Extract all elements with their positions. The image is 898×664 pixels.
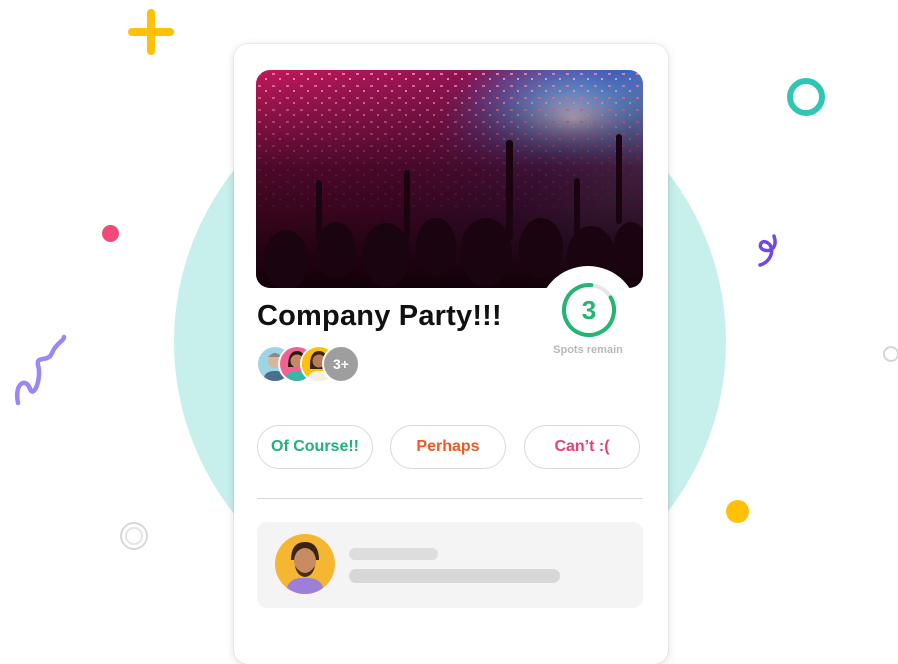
rsvp-yes-button[interactable]: Of Course!! bbox=[257, 425, 373, 469]
event-title: Company Party!!! bbox=[257, 300, 502, 332]
ring-decoration-icon bbox=[120, 522, 148, 550]
divider bbox=[257, 498, 643, 499]
spots-remaining-label: Spots remain bbox=[553, 344, 623, 356]
comment-preview[interactable] bbox=[257, 522, 643, 608]
event-card: 3 Spots remain Company Party!!! 3+ Of Co… bbox=[234, 44, 668, 664]
event-photo bbox=[256, 70, 643, 288]
ring-decoration-icon bbox=[787, 78, 825, 116]
plus-decoration-icon-vertical bbox=[147, 9, 155, 55]
more-attendees-count: 3+ bbox=[322, 345, 360, 383]
rsvp-maybe-button[interactable]: Perhaps bbox=[390, 425, 506, 469]
comment-text-placeholder bbox=[349, 569, 560, 583]
dot-decoration-icon bbox=[102, 225, 119, 242]
comment-name-placeholder bbox=[349, 548, 438, 560]
user-avatar bbox=[275, 534, 335, 594]
squiggle-decoration-icon bbox=[14, 334, 67, 406]
curl-decoration-icon bbox=[758, 234, 777, 267]
ring-decoration-icon bbox=[883, 346, 898, 362]
spots-remaining-badge: 3 Spots remain bbox=[538, 266, 638, 366]
dot-decoration-icon bbox=[726, 500, 749, 523]
attendee-avatars[interactable]: 3+ bbox=[256, 345, 386, 383]
spots-remaining-count: 3 bbox=[581, 294, 597, 325]
rsvp-no-button[interactable]: Can’t :( bbox=[524, 425, 640, 469]
